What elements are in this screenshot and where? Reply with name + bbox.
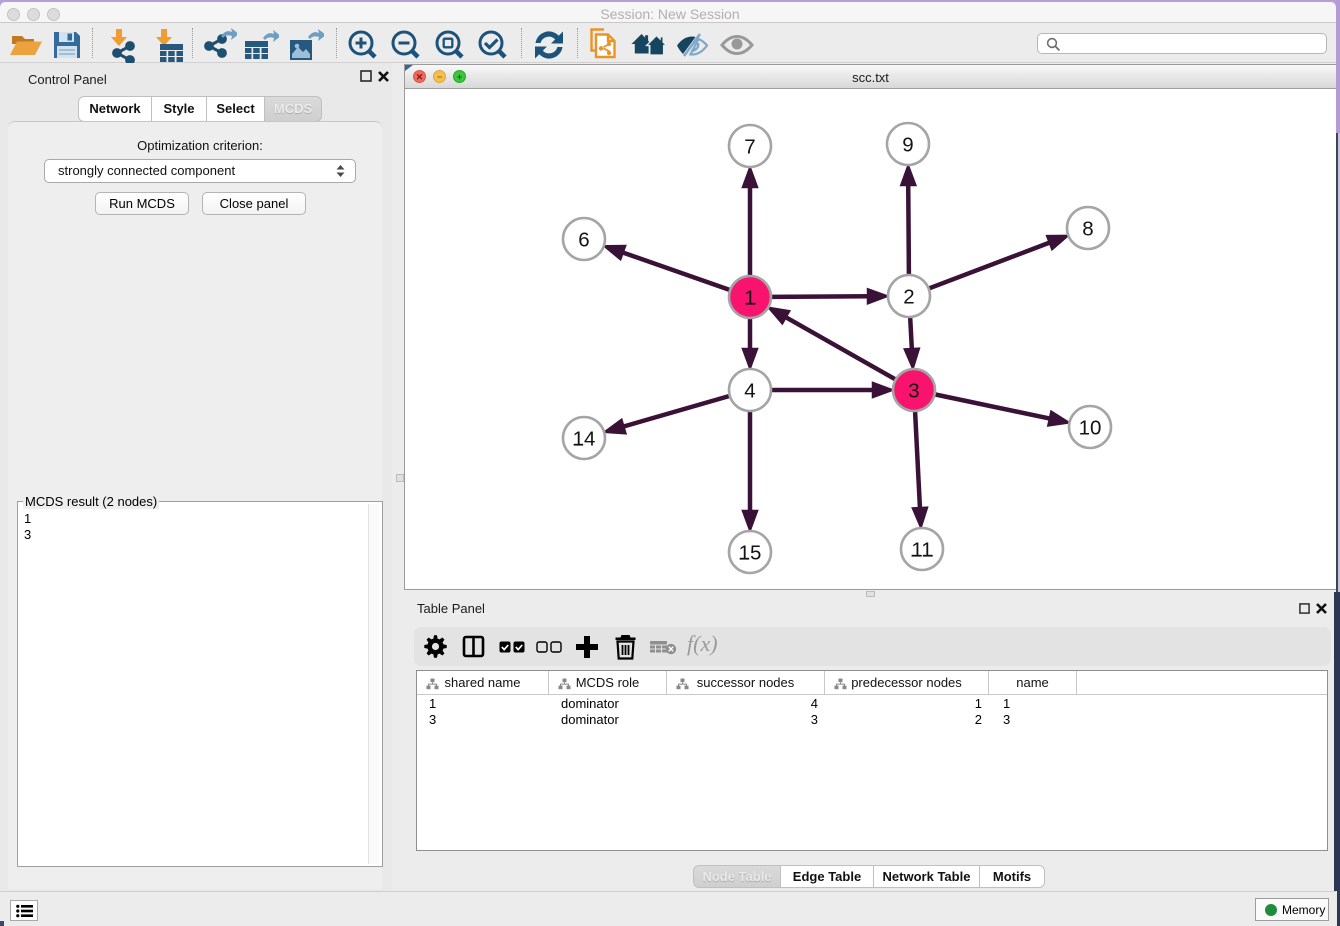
svg-text:4: 4 — [744, 380, 755, 403]
svg-text:2: 2 — [903, 286, 914, 309]
svg-text:7: 7 — [744, 136, 755, 159]
svg-text:14: 14 — [573, 428, 596, 451]
svg-text:11: 11 — [911, 539, 932, 562]
svg-text:3: 3 — [908, 380, 919, 403]
svg-text:1: 1 — [744, 287, 755, 310]
svg-text:8: 8 — [1082, 218, 1093, 241]
svg-text:10: 10 — [1079, 417, 1102, 440]
svg-text:6: 6 — [578, 229, 589, 252]
svg-text:9: 9 — [902, 134, 913, 157]
svg-text:15: 15 — [739, 542, 762, 565]
